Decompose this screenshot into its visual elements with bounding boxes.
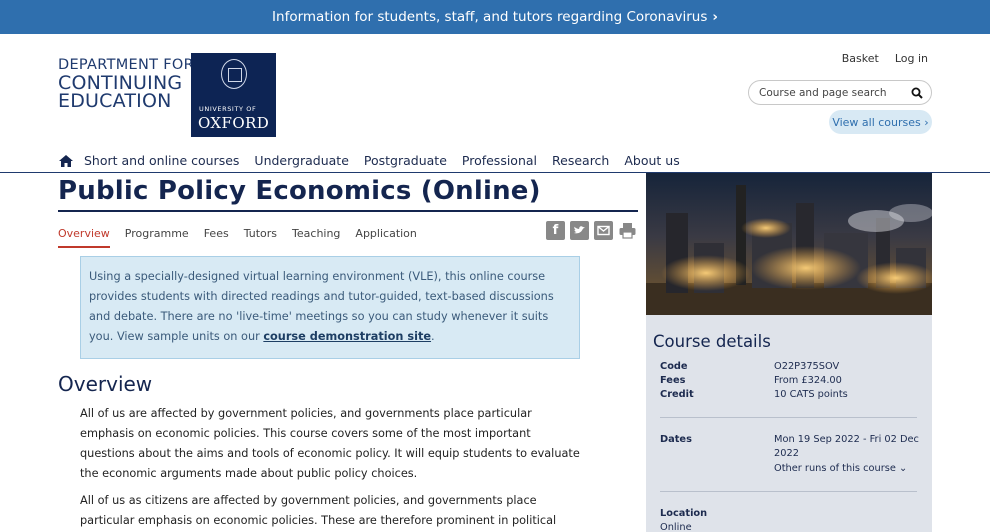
- dates-value-line-1: Mon 19 Sep 2022 - Fri 02 Dec: [774, 434, 919, 445]
- view-all-courses-button[interactable]: View all courses ›: [829, 110, 932, 134]
- email-icon[interactable]: [594, 221, 613, 240]
- fees-value: From £324.00: [774, 375, 842, 386]
- department-logo[interactable]: DEPARTMENT FOR CONTINUING EDUCATION: [58, 56, 194, 112]
- tab-teaching[interactable]: Teaching: [292, 227, 340, 248]
- oxford-crest-icon: [221, 59, 247, 89]
- credit-label: Credit: [660, 389, 694, 400]
- code-label: Code: [660, 361, 688, 372]
- course-details-panel: Course details Code O22P375SOV Fees From…: [646, 315, 932, 532]
- tab-programme[interactable]: Programme: [125, 227, 189, 248]
- code-value: O22P375SOV: [774, 361, 840, 372]
- search-placeholder: Course and page search: [759, 87, 887, 99]
- oxford-logo-big-text: OXFORD: [198, 114, 270, 132]
- title-divider: [58, 210, 638, 212]
- search-input[interactable]: Course and page search: [748, 80, 932, 105]
- tab-overview[interactable]: Overview: [58, 227, 110, 248]
- nav-item-postgraduate[interactable]: Postgraduate: [364, 153, 447, 168]
- location-value: Online: [660, 522, 692, 532]
- course-details-heading: Course details: [653, 332, 771, 351]
- search-icon[interactable]: [911, 87, 923, 99]
- nav-item-undergraduate[interactable]: Undergraduate: [254, 153, 348, 168]
- share-icons: f: [546, 221, 637, 240]
- page-title: Public Policy Economics (Online): [58, 176, 541, 206]
- details-divider: [660, 491, 917, 492]
- tab-application[interactable]: Application: [355, 227, 416, 248]
- basket-link[interactable]: Basket: [842, 52, 879, 65]
- course-hero-image: [646, 173, 932, 315]
- overview-heading: Overview: [58, 372, 153, 396]
- overview-paragraph-1: All of us are affected by government pol…: [80, 407, 580, 480]
- oxford-logo-small-text: UNIVERSITY OF: [199, 105, 257, 113]
- dates-label: Dates: [660, 434, 692, 445]
- nav-item-professional[interactable]: Professional: [462, 153, 537, 168]
- main-nav: Short and online courses Undergraduate P…: [58, 153, 695, 168]
- course-demonstration-link[interactable]: course demonstration site: [263, 330, 431, 343]
- logo-line-3: EDUCATION: [58, 90, 172, 112]
- nav-item-research[interactable]: Research: [552, 153, 609, 168]
- tab-tutors[interactable]: Tutors: [244, 227, 277, 248]
- credit-value: 10 CATS points: [774, 389, 848, 400]
- coronavirus-banner[interactable]: Information for students, staff, and tut…: [0, 0, 990, 34]
- online-course-notice: Using a specially-designed virtual learn…: [80, 256, 580, 359]
- home-icon[interactable]: [58, 154, 74, 168]
- nav-item-about[interactable]: About us: [624, 153, 679, 168]
- print-icon[interactable]: [618, 221, 637, 240]
- overview-paragraph-2: All of us as citizens are affected by go…: [80, 494, 557, 527]
- account-links: Basket Log in: [842, 52, 928, 65]
- oxford-logo[interactable]: UNIVERSITY OF OXFORD: [191, 53, 276, 137]
- course-tabs: Overview Programme Fees Tutors Teaching …: [58, 227, 432, 248]
- facebook-icon[interactable]: f: [546, 221, 565, 240]
- dates-value-line-2: 2022: [774, 448, 799, 459]
- details-divider: [660, 417, 917, 418]
- nav-item-short-online[interactable]: Short and online courses: [84, 153, 239, 168]
- fees-label: Fees: [660, 375, 686, 386]
- tab-fees[interactable]: Fees: [204, 227, 229, 248]
- other-runs-dropdown[interactable]: Other runs of this course ⌄: [774, 462, 907, 477]
- chevron-right-icon: ›: [712, 9, 718, 25]
- notice-end: .: [431, 330, 435, 343]
- login-link[interactable]: Log in: [895, 52, 928, 65]
- banner-text: Information for students, staff, and tut…: [272, 9, 708, 25]
- location-label: Location: [660, 508, 708, 519]
- twitter-icon[interactable]: [570, 221, 589, 240]
